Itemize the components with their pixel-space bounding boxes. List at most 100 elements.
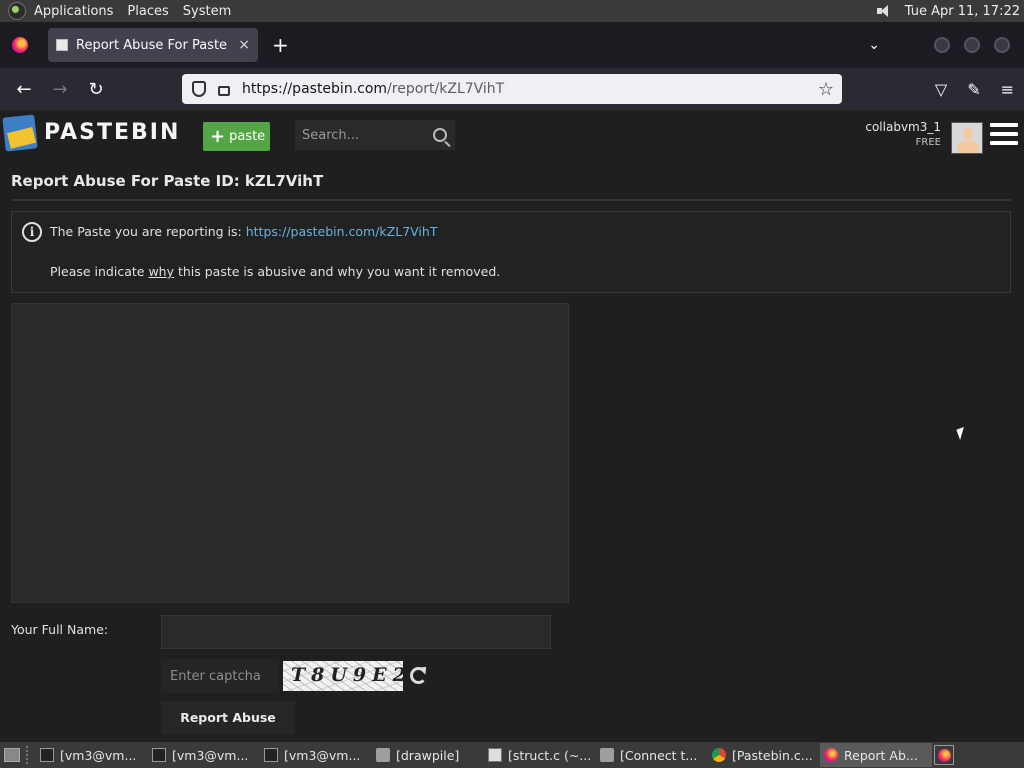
taskbar: [vm3@vm... [vm3@vm... [vm3@vm... [drawpi… [0, 742, 1024, 768]
search-input[interactable]: Search... [295, 120, 455, 150]
taskbar-item[interactable]: [Pastebin.c... [708, 743, 820, 767]
url-host: https://pastebin.com [242, 81, 388, 97]
clock[interactable]: Tue Apr 11, 17:22 [905, 4, 1020, 19]
folder-icon [376, 748, 390, 762]
taskbar-item[interactable]: [vm3@vm... [260, 743, 372, 767]
text-editor-icon [488, 748, 502, 762]
full-name-input[interactable] [161, 615, 551, 649]
taskbar-item-label: [vm3@vm... [60, 747, 137, 763]
info-icon: i [22, 222, 42, 242]
pocket-icon[interactable]: ▽ [935, 80, 947, 99]
app-menu-icon[interactable]: ≡ [1001, 80, 1014, 99]
instruction-why: why [148, 264, 174, 279]
system-menu[interactable]: System [183, 4, 231, 19]
terminal-icon [40, 748, 54, 762]
captcha-image: T8U9E2 [283, 661, 403, 691]
list-all-tabs-chevron-icon[interactable]: ⌄ [868, 37, 880, 53]
toolbar-right: ▽ ✎ ≡ [915, 68, 1014, 110]
pastebin-favicon-icon [56, 39, 68, 51]
full-name-label: Your Full Name: [11, 622, 109, 637]
tray-firefox-icon[interactable] [934, 745, 954, 765]
tab-close-icon[interactable]: × [238, 37, 250, 53]
url-path: /report/kZL7VihT [387, 81, 505, 97]
places-menu[interactable]: Places [127, 4, 168, 19]
plus-icon: + [210, 125, 226, 147]
minimize-window-button[interactable] [934, 37, 950, 53]
site-menu-icon[interactable] [990, 123, 1018, 149]
reported-paste-link[interactable]: https://pastebin.com/kZL7VihT [246, 224, 438, 239]
taskbar-item-label: [Connect t... [620, 747, 698, 763]
chrome-icon [712, 748, 726, 762]
info-notice: i The Paste you are reporting is: https:… [11, 211, 1011, 293]
terminal-icon [264, 748, 278, 762]
taskbar-item-label: Report Ab... [844, 747, 918, 763]
page-title: Report Abuse For Paste ID: kZL7VihT [11, 172, 324, 190]
avatar[interactable] [951, 122, 983, 154]
paste-button-label: paste [229, 129, 266, 144]
taskbar-item-label: [struct.c (~... [508, 747, 592, 763]
mouse-cursor-icon [956, 426, 968, 441]
new-tab-button[interactable]: + [272, 33, 289, 57]
search-icon[interactable] [433, 128, 447, 142]
captcha-placeholder: Enter captcha [170, 668, 261, 684]
folder-icon [600, 748, 614, 762]
taskbar-item-active[interactable]: Report Ab... [820, 743, 932, 767]
taskbar-item[interactable]: [struct.c (~... [484, 743, 596, 767]
username[interactable]: collabvm3_1 [865, 120, 941, 135]
tab-strip: Report Abuse For Paste ID: × + ⌄ [0, 22, 1024, 68]
instruction-line: Please indicate why this paste is abusiv… [50, 264, 500, 279]
reload-button[interactable]: ↻ [78, 79, 114, 100]
taskbar-item[interactable]: [Connect t... [596, 743, 708, 767]
taskbar-item-label: [vm3@vm... [172, 747, 249, 763]
captcha-refresh-icon[interactable] [410, 667, 427, 684]
account-plan: FREE [915, 137, 941, 148]
lock-icon[interactable] [218, 86, 230, 96]
navigation-toolbar: ← → ↻ https://pastebin.com/report/kZL7Vi… [0, 68, 1024, 110]
reason-textarea[interactable] [11, 303, 569, 603]
new-paste-button[interactable]: + paste [203, 122, 270, 151]
search-placeholder: Search... [302, 127, 360, 143]
captcha-input[interactable]: Enter captcha [161, 659, 279, 693]
taskbar-grip[interactable] [26, 746, 30, 764]
url-bar[interactable]: https://pastebin.com/report/kZL7VihT ☆ [182, 74, 842, 104]
terminal-icon [152, 748, 166, 762]
title-divider [11, 199, 1011, 201]
distro-logo-icon[interactable] [8, 2, 26, 20]
captcha-code: T8U9E2 [291, 664, 403, 686]
maximize-window-button[interactable] [964, 37, 980, 53]
back-button[interactable]: ← [6, 79, 42, 100]
web-page: PASTEBIN + paste Search... collabvm3_1 F… [0, 110, 1024, 742]
close-window-button[interactable] [994, 37, 1010, 53]
tab-strip-controls: ⌄ [868, 37, 1024, 53]
instruction-prefix: Please indicate [50, 264, 149, 279]
taskbar-item[interactable]: [vm3@vm... [148, 743, 260, 767]
applications-menu[interactable]: Applications [34, 4, 113, 19]
taskbar-item[interactable]: [vm3@vm... [36, 743, 148, 767]
tab-report-abuse[interactable]: Report Abuse For Paste ID: × [48, 28, 258, 62]
site-brand[interactable]: PASTEBIN [44, 120, 180, 145]
site-header: PASTEBIN + paste Search... collabvm3_1 F… [0, 110, 1024, 160]
show-desktop-icon[interactable] [4, 748, 20, 762]
reported-paste-prefix: The Paste you are reporting is: [50, 224, 246, 239]
taskbar-item[interactable]: [drawpile] [372, 743, 484, 767]
taskbar-item-label: [Pastebin.c... [732, 747, 813, 763]
panel-tray: Tue Apr 11, 17:22 [876, 4, 1024, 19]
volume-icon[interactable] [876, 4, 893, 18]
bookmark-star-icon[interactable]: ☆ [818, 79, 834, 100]
panel-menu: Applications Places System [34, 4, 245, 19]
reported-paste-line: The Paste you are reporting is: https://… [50, 224, 437, 239]
taskbar-item-label: [drawpile] [396, 747, 460, 763]
firefox-view-icon[interactable] [12, 37, 28, 53]
taskbar-item-label: [vm3@vm... [284, 747, 361, 763]
tracking-protection-shield-icon[interactable] [192, 81, 206, 97]
url-text[interactable]: https://pastebin.com/report/kZL7VihT [242, 81, 504, 97]
top-panel: Applications Places System Tue Apr 11, 1… [0, 0, 1024, 22]
extensions-icon[interactable]: ✎ [967, 80, 980, 99]
user-info[interactable]: collabvm3_1 FREE [865, 120, 941, 150]
instruction-suffix: this paste is abusive and why you want i… [173, 264, 501, 279]
forward-button[interactable]: → [42, 79, 78, 100]
report-abuse-button[interactable]: Report Abuse [161, 701, 295, 734]
tab-title: Report Abuse For Paste ID: [76, 37, 233, 53]
firefox-icon [824, 748, 838, 762]
pastebin-logo-icon[interactable] [2, 114, 38, 152]
